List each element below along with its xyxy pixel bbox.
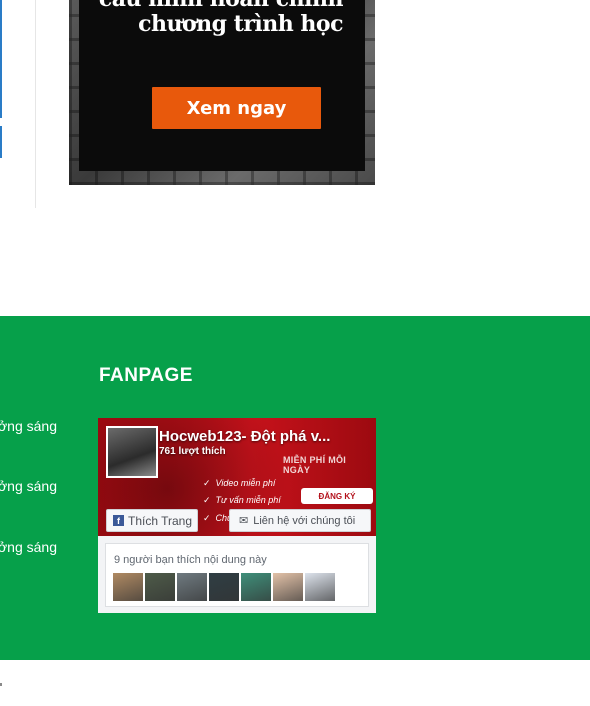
mail-icon: ✉ [239,515,249,527]
fb-feature-item: ✓ Tư vấn miễn phí [203,495,281,505]
facebook-icon: f [113,515,124,526]
fb-cover-slogan: MIỄN PHÍ MỖI NGÀY [283,455,347,475]
facebook-page-widget[interactable]: Hocweb123- Đột phá v... 761 lượt thích M… [98,418,376,613]
promo-headline-line2: chương trình học [138,11,343,37]
view-now-button[interactable]: Xem ngay [152,87,321,129]
fb-friend-avatar[interactable] [209,573,239,601]
footer-link[interactable]: ởng sáng [0,478,57,494]
fb-friends-avatars [113,573,335,601]
fb-page-name[interactable]: Hocweb123- Đột phá v... [159,428,330,445]
fanpage-heading: FANPAGE [99,365,193,386]
fb-friend-avatar[interactable] [241,573,271,601]
fb-friend-avatar[interactable] [305,573,335,601]
fb-friend-avatar[interactable] [113,573,143,601]
check-icon: ✓ [203,478,211,488]
fb-contact-button[interactable]: ✉ Liên hệ với chúng tôi [229,509,371,532]
fb-friend-avatar[interactable] [145,573,175,601]
check-icon: ✓ [203,513,211,523]
footer-link[interactable]: ởng sáng [0,539,57,555]
fb-cover-image[interactable]: Hocweb123- Đột phá v... 761 lượt thích M… [98,418,376,536]
bottom-edge-mark [0,683,2,686]
promo-panel: cấu hình hoàn chỉnh chương trình học Xem… [79,0,365,171]
fb-friend-avatar[interactable] [177,573,207,601]
footer-link[interactable]: ởng sáng [0,418,57,434]
fb-feature-item: ✓ Video miễn phí [203,478,276,488]
sidebar-divider [35,0,36,208]
fb-register-badge: ĐĂNG KÝ [301,488,373,504]
site-footer: ởng sáng ởng sáng ởng sáng FANPAGE Hocwe… [0,316,590,660]
fb-friend-avatar[interactable] [273,573,303,601]
check-icon: ✓ [203,495,211,505]
fb-friends-box: 9 người bạn thích nội dung này [105,543,369,607]
fb-like-count: 761 lượt thích [159,446,226,457]
promo-banner[interactable]: cấu hình hoàn chỉnh chương trình học Xem… [69,0,375,185]
fb-like-page-button[interactable]: f Thích Trang [106,509,198,532]
fb-like-label: Thích Trang [128,513,193,528]
fb-contact-label: Liên hệ với chúng tôi [253,514,356,527]
fb-friends-text: 9 người bạn thích nội dung này [114,554,267,566]
footer-links-column: ởng sáng ởng sáng ởng sáng [0,316,70,660]
left-edge-bar [0,0,2,158]
fb-page-avatar[interactable] [106,426,158,478]
